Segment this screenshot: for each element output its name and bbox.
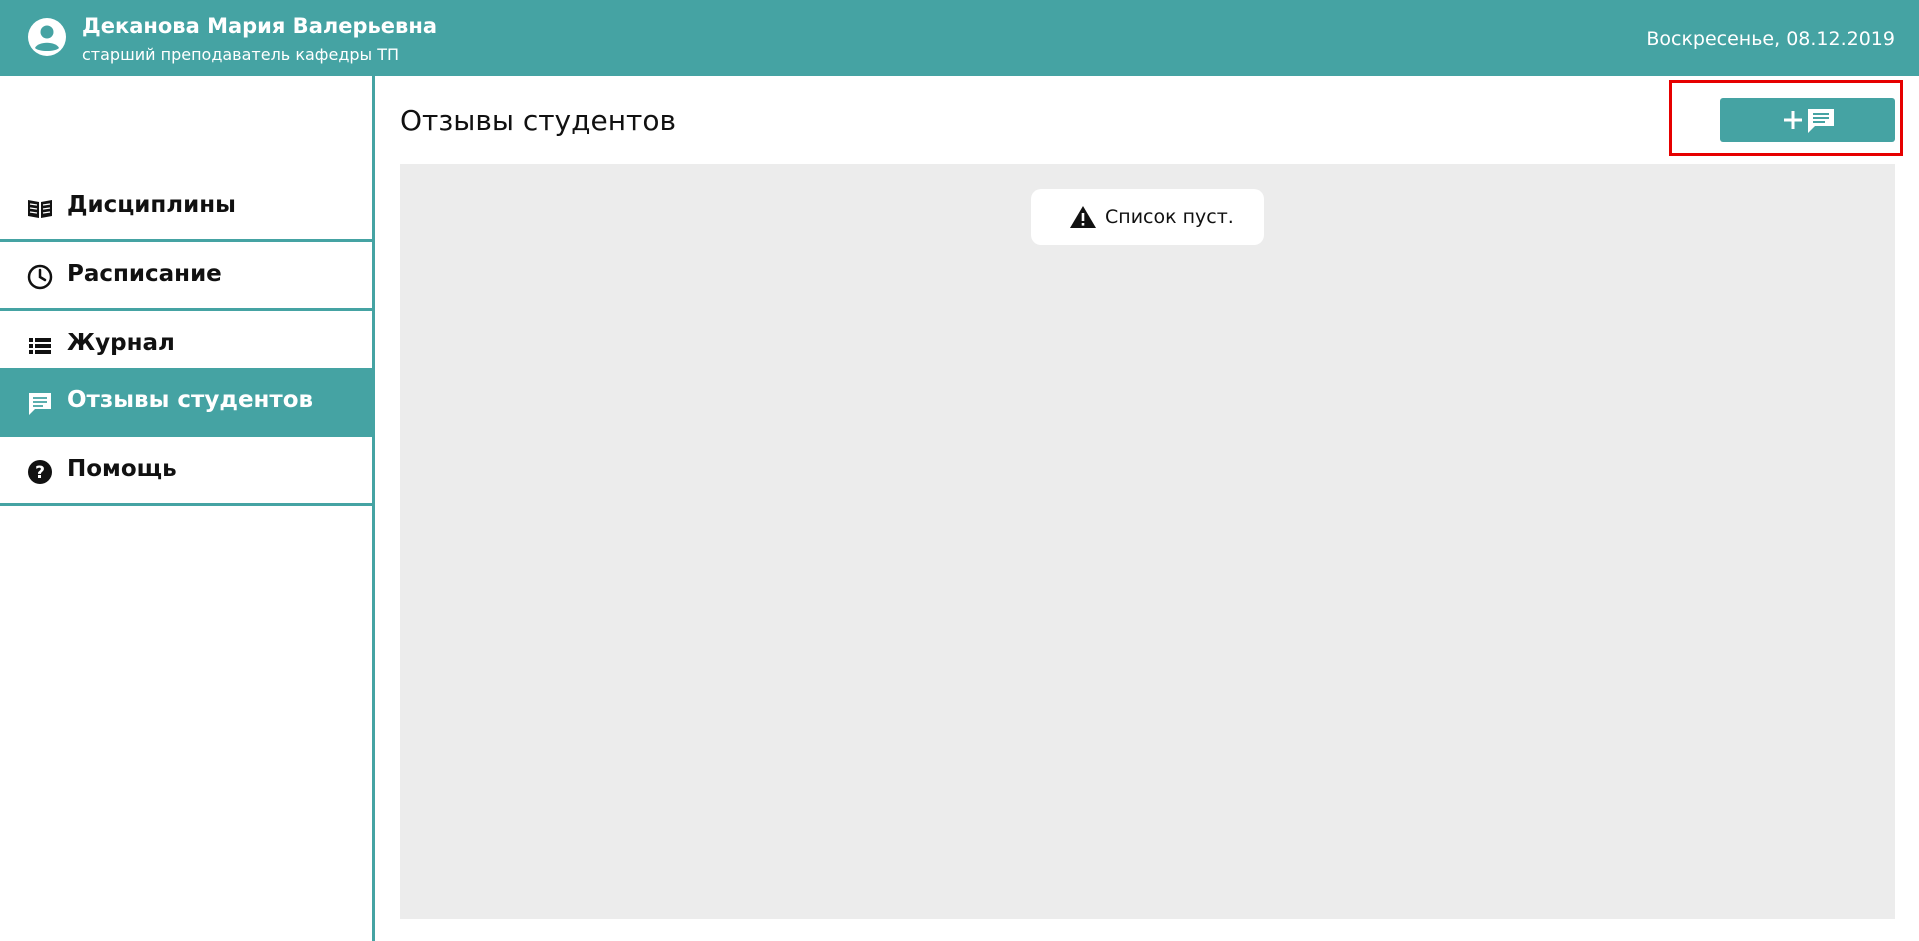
svg-text:?: ? <box>35 463 45 483</box>
sidebar: Дисциплины Расписание Журнал Отзывы студ… <box>0 76 375 941</box>
sidebar-item-schedule[interactable]: Расписание <box>0 242 372 311</box>
empty-list-message: Список пуст. <box>1105 206 1234 228</box>
sidebar-item-label: Помощь <box>67 456 177 482</box>
user-role: старший преподаватель кафедры ТП <box>82 45 400 64</box>
top-bar: Деканова Мария Валерьевна старший препод… <box>0 0 1919 76</box>
clock-icon <box>27 264 53 290</box>
page-title: Отзывы студентов <box>400 104 676 137</box>
warning-icon <box>1070 206 1096 228</box>
sidebar-item-label: Журнал <box>67 330 175 356</box>
help-icon: ? <box>28 460 52 484</box>
list-icon <box>29 338 51 354</box>
sidebar-item-help[interactable]: ? Помощь <box>0 437 372 506</box>
account-circle-icon[interactable] <box>27 17 67 57</box>
book-icon <box>28 200 52 218</box>
sidebar-item-disciplines[interactable]: Дисциплины <box>0 173 372 242</box>
empty-list-notice: Список пуст. <box>1031 189 1264 245</box>
sidebar-item-label: Отзывы студентов <box>67 387 314 413</box>
current-date: Воскресенье, 08.12.2019 <box>1646 28 1895 50</box>
reviews-list-area: Список пуст. <box>400 164 1895 919</box>
user-name: Деканова Мария Валерьевна <box>82 14 438 38</box>
comment-icon <box>29 393 51 415</box>
sidebar-item-label: Дисциплины <box>67 192 236 218</box>
annotation-highlight-box <box>1669 80 1903 156</box>
sidebar-item-student-reviews[interactable]: Отзывы студентов <box>0 368 372 437</box>
sidebar-item-label: Расписание <box>67 261 222 287</box>
